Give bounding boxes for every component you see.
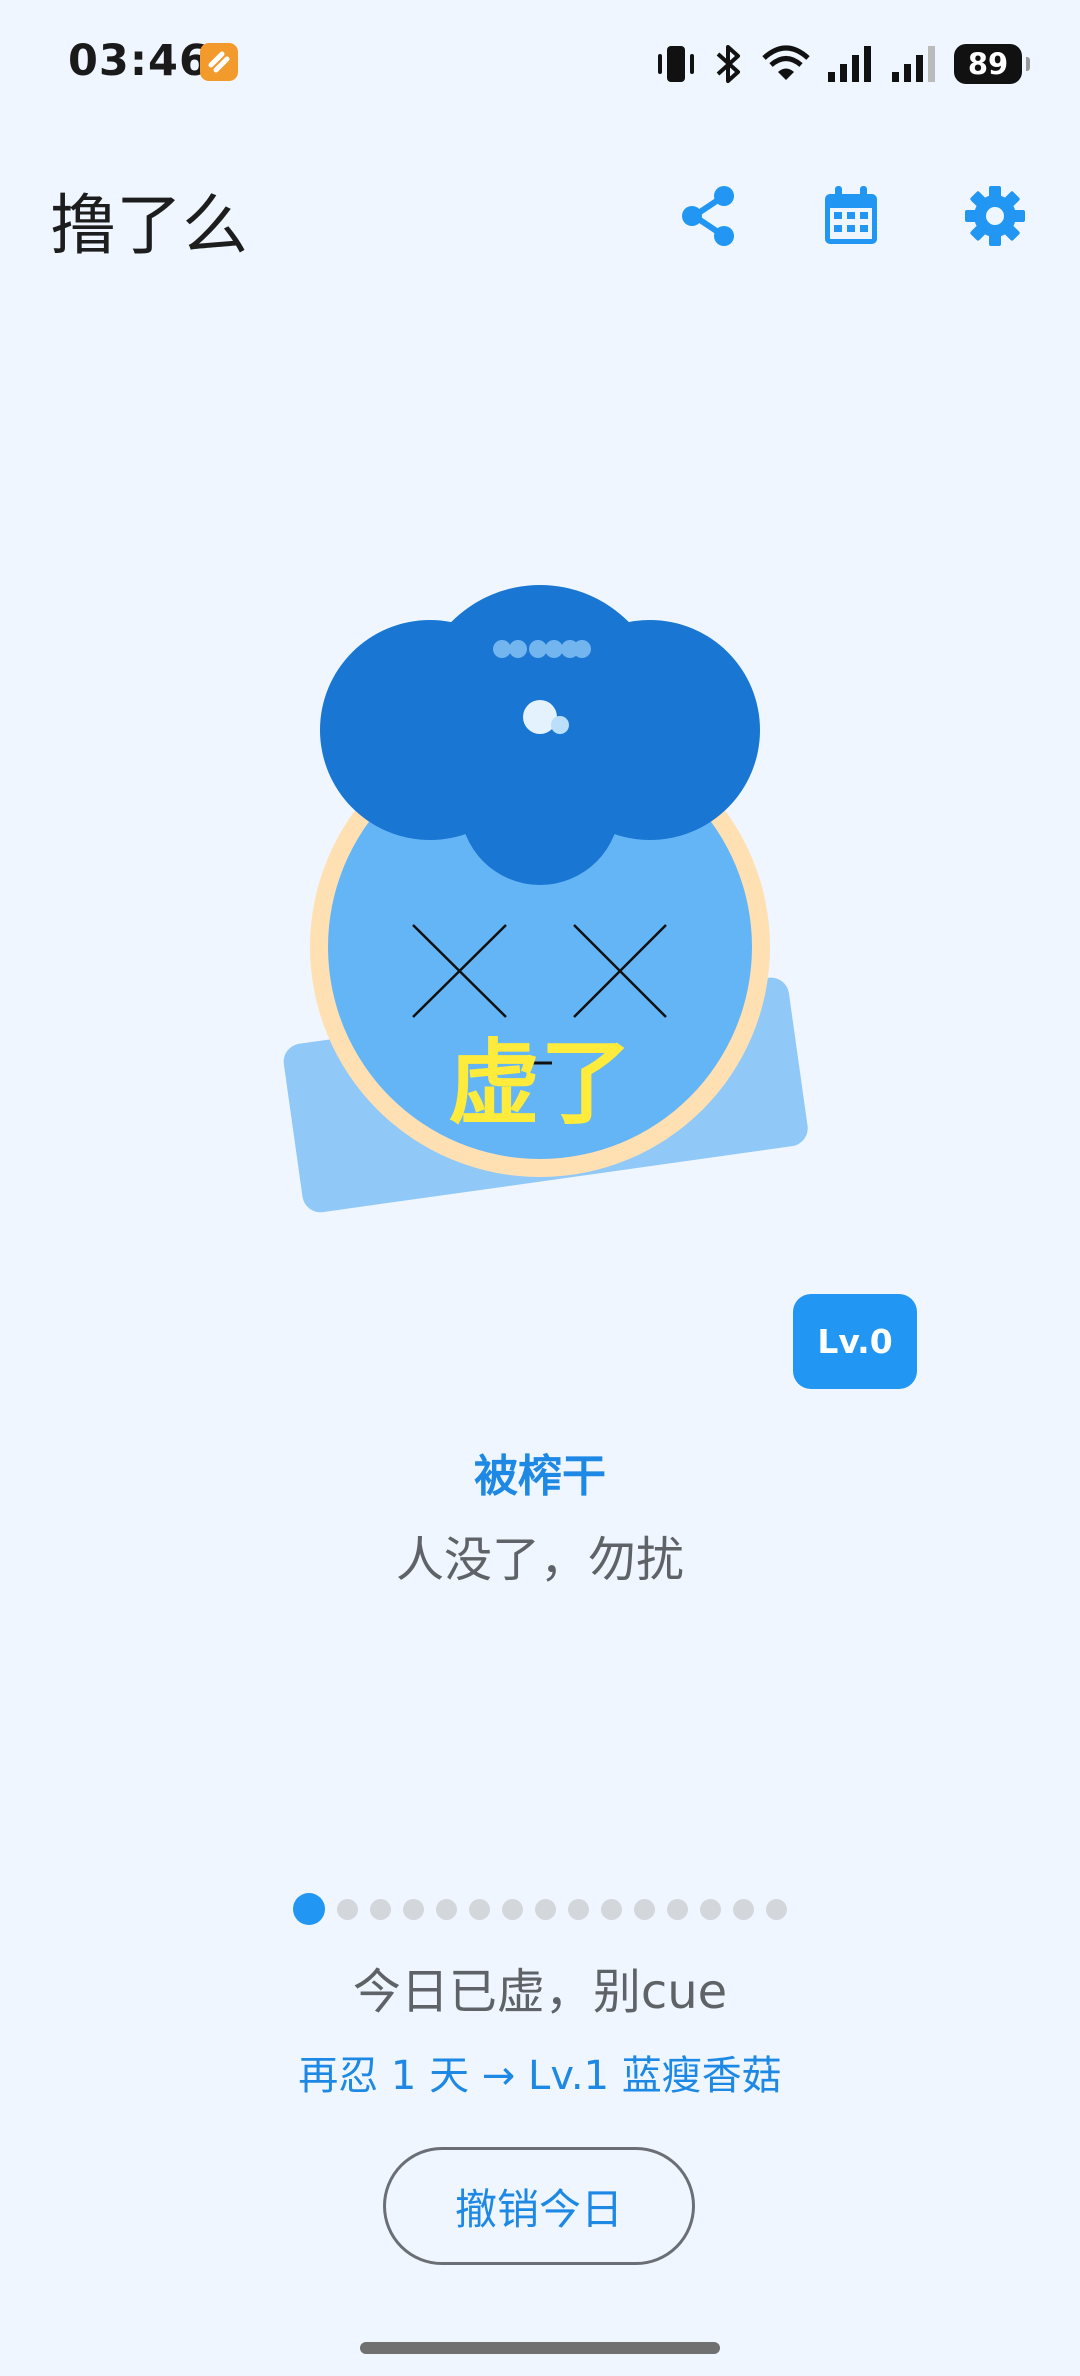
state-title: 被榨干 xyxy=(474,1451,606,1502)
progress-dot xyxy=(337,1898,358,1920)
progress-dot xyxy=(568,1898,589,1920)
calendar-icon xyxy=(825,186,877,244)
progress-dot xyxy=(700,1898,721,1920)
next-level-hint: 再忍 1 天 → Lv.1 蓝瘦香菇 xyxy=(298,2053,782,2099)
signal-icon-2 xyxy=(892,46,935,82)
progress-dot-active xyxy=(293,1893,325,1925)
state-subtitle: 人没了，勿扰 xyxy=(395,1532,684,1588)
status-icons: 89 xyxy=(656,40,1030,88)
battery-indicator: 89 xyxy=(954,44,1030,84)
progress-dot xyxy=(733,1898,754,1920)
status-time: 03:46 xyxy=(68,36,210,86)
bluetooth-icon xyxy=(716,45,740,83)
level-badge[interactable]: Lv.0 xyxy=(793,1294,917,1389)
progress-dot xyxy=(436,1898,457,1920)
progress-dot xyxy=(469,1898,490,1920)
progress-dot xyxy=(502,1898,523,1920)
gear-icon xyxy=(965,186,1025,246)
mascot-illustration: 虚了 xyxy=(283,585,808,1213)
notification-app-icon xyxy=(200,43,238,81)
progress-dot xyxy=(370,1898,391,1920)
share-icon xyxy=(682,186,734,246)
progress-dot xyxy=(601,1898,622,1920)
progress-dot xyxy=(766,1898,787,1920)
settings-button[interactable] xyxy=(959,180,1031,252)
signal-icon xyxy=(828,46,871,82)
app-title: 撸了么 xyxy=(50,187,248,264)
home-indicator[interactable] xyxy=(360,2342,720,2354)
calendar-button[interactable] xyxy=(815,180,887,252)
progress-dot xyxy=(535,1898,556,1920)
today-status: 今日已虚，别cue xyxy=(352,1964,728,2020)
undo-today-button[interactable]: 撤销今日 xyxy=(383,2147,695,2265)
progress-dots xyxy=(0,1893,1080,1925)
share-button[interactable] xyxy=(672,180,744,252)
progress-dot xyxy=(634,1898,655,1920)
progress-dot xyxy=(667,1898,688,1920)
wifi-icon xyxy=(762,45,810,80)
mascot-caption: 虚了 xyxy=(448,1030,632,1137)
vibrate-icon xyxy=(658,46,694,82)
progress-dot xyxy=(403,1898,424,1920)
